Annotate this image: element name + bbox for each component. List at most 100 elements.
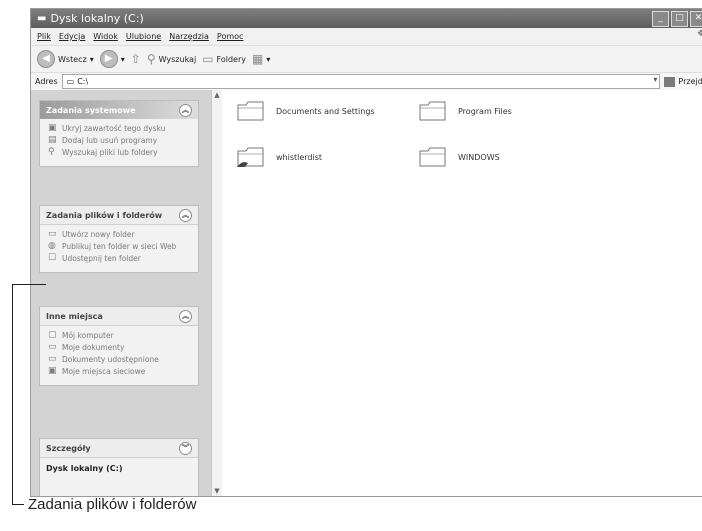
folder-item[interactable]: whistlerdist [236, 146, 322, 168]
file-tasks-header[interactable]: Zadania plików i folderów ︽ [40, 206, 198, 225]
windows-flag-icon: ❖ [697, 29, 702, 39]
folder-name: Documents and Settings [276, 106, 375, 116]
place-label: Moje dokumenty [62, 343, 125, 352]
collapse-chevron-icon[interactable]: ︽ [179, 209, 192, 222]
title-bar[interactable]: ▬ Dysk lokalny (C:) _ □ ✕ [31, 9, 702, 28]
system-task-programs[interactable]: ▤ Dodaj lub usuń programy [48, 135, 192, 146]
address-bar: Adres ▭ C:\ ▾ Przejdź [31, 73, 702, 91]
folders-button[interactable]: ▭ Foldery [202, 52, 246, 66]
file-tasks-panel: Zadania plików i folderów ︽ ▭ Utwórz now… [39, 205, 199, 273]
system-task-hide[interactable]: ▣ Ukryj zawartość tego dysku [48, 123, 192, 134]
hide-icon: ▣ [48, 123, 57, 133]
folder-name: whistlerdist [276, 152, 323, 162]
folder-item[interactable]: Program Files [418, 100, 512, 122]
views-button[interactable]: ▦ ▾ [252, 52, 270, 66]
details-drive-name: Dysk lokalny (C:) [46, 464, 123, 473]
folders-icon: ▭ [202, 52, 214, 66]
file-task-label: Utwórz nowy folder [62, 230, 135, 239]
other-places-header[interactable]: Inne miejsca ︽ [40, 307, 198, 326]
shared-documents-icon: ▭ [48, 354, 57, 364]
menu-favorites[interactable]: Ulubione [126, 32, 161, 41]
documents-icon: ▭ [48, 342, 57, 352]
toolbar: ◀ Wstecz ▾ ▶ ▾ ⇧ ⚲ Wyszukaj ▭ Foldery ▦ … [31, 46, 702, 73]
back-label: Wstecz [58, 54, 87, 64]
folder-item[interactable]: WINDOWS [418, 146, 500, 168]
collapse-chevron-icon[interactable]: ︽ [179, 310, 192, 323]
drive-icon: ▭ [66, 77, 75, 86]
folder-icon [419, 147, 446, 167]
menu-tools[interactable]: Narzędzia [169, 32, 209, 41]
other-places-title: Inne miejsca [46, 311, 103, 321]
go-arrow-icon [664, 76, 676, 87]
web-publish-icon: ◍ [48, 241, 56, 251]
details-header[interactable]: Szczegóły ︾ [40, 439, 198, 458]
address-label: Adres [35, 77, 58, 86]
up-folder-icon: ⇧ [130, 52, 141, 66]
network-icon: ▣ [48, 366, 57, 376]
folder-icon [419, 101, 446, 121]
expand-chevron-icon[interactable]: ︾ [179, 442, 192, 455]
forward-button[interactable]: ▶ ▾ [99, 50, 125, 68]
file-task-new-folder[interactable]: ▭ Utwórz nowy folder [48, 229, 192, 240]
system-task-label: Wyszukaj pliki lub foldery [62, 148, 158, 157]
details-title: Szczegóły [46, 443, 91, 453]
search-label: Wyszukaj [158, 54, 197, 64]
place-my-computer[interactable]: ▢ Mój komputer [48, 331, 192, 341]
place-my-documents[interactable]: ▭ Moje dokumenty [48, 342, 192, 353]
folder-name: Program Files [458, 106, 512, 116]
share-icon: ☐ [48, 253, 57, 263]
place-shared-documents[interactable]: ▭ Dokumenty udostępnione [48, 354, 192, 365]
system-task-search[interactable]: ⚲ Wyszukaj pliki lub foldery [48, 147, 192, 158]
back-button[interactable]: ◀ Wstecz ▾ [37, 50, 94, 68]
minimize-button[interactable]: _ [652, 11, 669, 27]
callout-caption: Zadania plików i folderów [28, 496, 197, 513]
file-task-share[interactable]: ☐ Udostępnij ten folder [48, 253, 192, 264]
explorer-window: ▬ Dysk lokalny (C:) _ □ ✕ Plik Edycja Wi… [30, 8, 702, 497]
close-button[interactable]: ✕ [690, 11, 702, 27]
go-label: Przejdź [678, 77, 702, 86]
file-task-label: Publikuj ten folder w sieci Web [62, 242, 177, 251]
back-dropdown-icon[interactable]: ▾ [90, 55, 94, 64]
other-places-list: ▢ Mój komputer ▭ Moje dokumenty ▭ Dokume… [40, 326, 198, 385]
go-button[interactable]: Przejdź [664, 76, 702, 87]
menu-view[interactable]: Widok [93, 32, 118, 41]
window-controls: _ □ ✕ [652, 11, 702, 27]
menu-help[interactable]: Pomoc [217, 32, 244, 41]
window-title: Dysk lokalny (C:) [50, 12, 144, 25]
system-tasks-header[interactable]: Zadania systemowe ︽ [40, 101, 198, 119]
place-network[interactable]: ▣ Moje miejsca sieciowe [48, 366, 192, 377]
folder-icon: ▬ [37, 13, 47, 24]
up-button[interactable]: ⇧ [131, 52, 141, 66]
file-tasks-list: ▭ Utwórz nowy folder ◍ Publikuj ten fold… [40, 225, 198, 272]
file-task-label: Udostępnij ten folder [62, 254, 141, 263]
forward-dropdown-icon[interactable]: ▾ [121, 55, 125, 64]
views-icon: ▦ [252, 52, 264, 66]
collapse-chevron-icon[interactable]: ︽ [179, 104, 192, 117]
search-icon: ⚲ [48, 147, 55, 157]
scroll-up-icon[interactable]: ▲ [212, 90, 222, 100]
maximize-button[interactable]: □ [671, 11, 688, 27]
address-input[interactable]: ▭ C:\ ▾ [61, 74, 661, 89]
scroll-down-icon[interactable]: ▼ [212, 486, 222, 496]
address-dropdown-icon[interactable]: ▾ [653, 75, 657, 84]
callout-line [12, 284, 13, 505]
file-task-publish[interactable]: ◍ Publikuj ten folder w sieci Web [48, 241, 192, 252]
place-label: Moje miejsca sieciowe [62, 367, 146, 376]
place-label: Dokumenty udostępnione [62, 355, 159, 364]
back-arrow-icon: ◀ [37, 50, 55, 68]
search-button[interactable]: ⚲ Wyszukaj [147, 52, 196, 66]
folder-icon [237, 101, 264, 121]
place-label: Mój komputer [62, 331, 114, 340]
system-tasks-list: ▣ Ukryj zawartość tego dysku ▤ Dodaj lub… [40, 119, 198, 166]
menu-file[interactable]: Plik [37, 32, 51, 41]
folder-item[interactable]: Documents and Settings [236, 100, 375, 122]
task-pane: Zadania systemowe ︽ ▣ Ukryj zawartość te… [31, 90, 211, 496]
menu-bar: Plik Edycja Widok Ulubione Narzędzia Pom… [31, 28, 702, 46]
folders-label: Foldery [216, 54, 246, 64]
new-folder-icon: ▭ [48, 229, 57, 239]
menu-edit[interactable]: Edycja [59, 32, 85, 41]
system-task-label: Ukryj zawartość tego dysku [62, 124, 166, 133]
file-tasks-title: Zadania plików i folderów [46, 210, 163, 220]
system-tasks-panel: Zadania systemowe ︽ ▣ Ukryj zawartość te… [39, 100, 199, 167]
programs-icon: ▤ [48, 135, 57, 145]
